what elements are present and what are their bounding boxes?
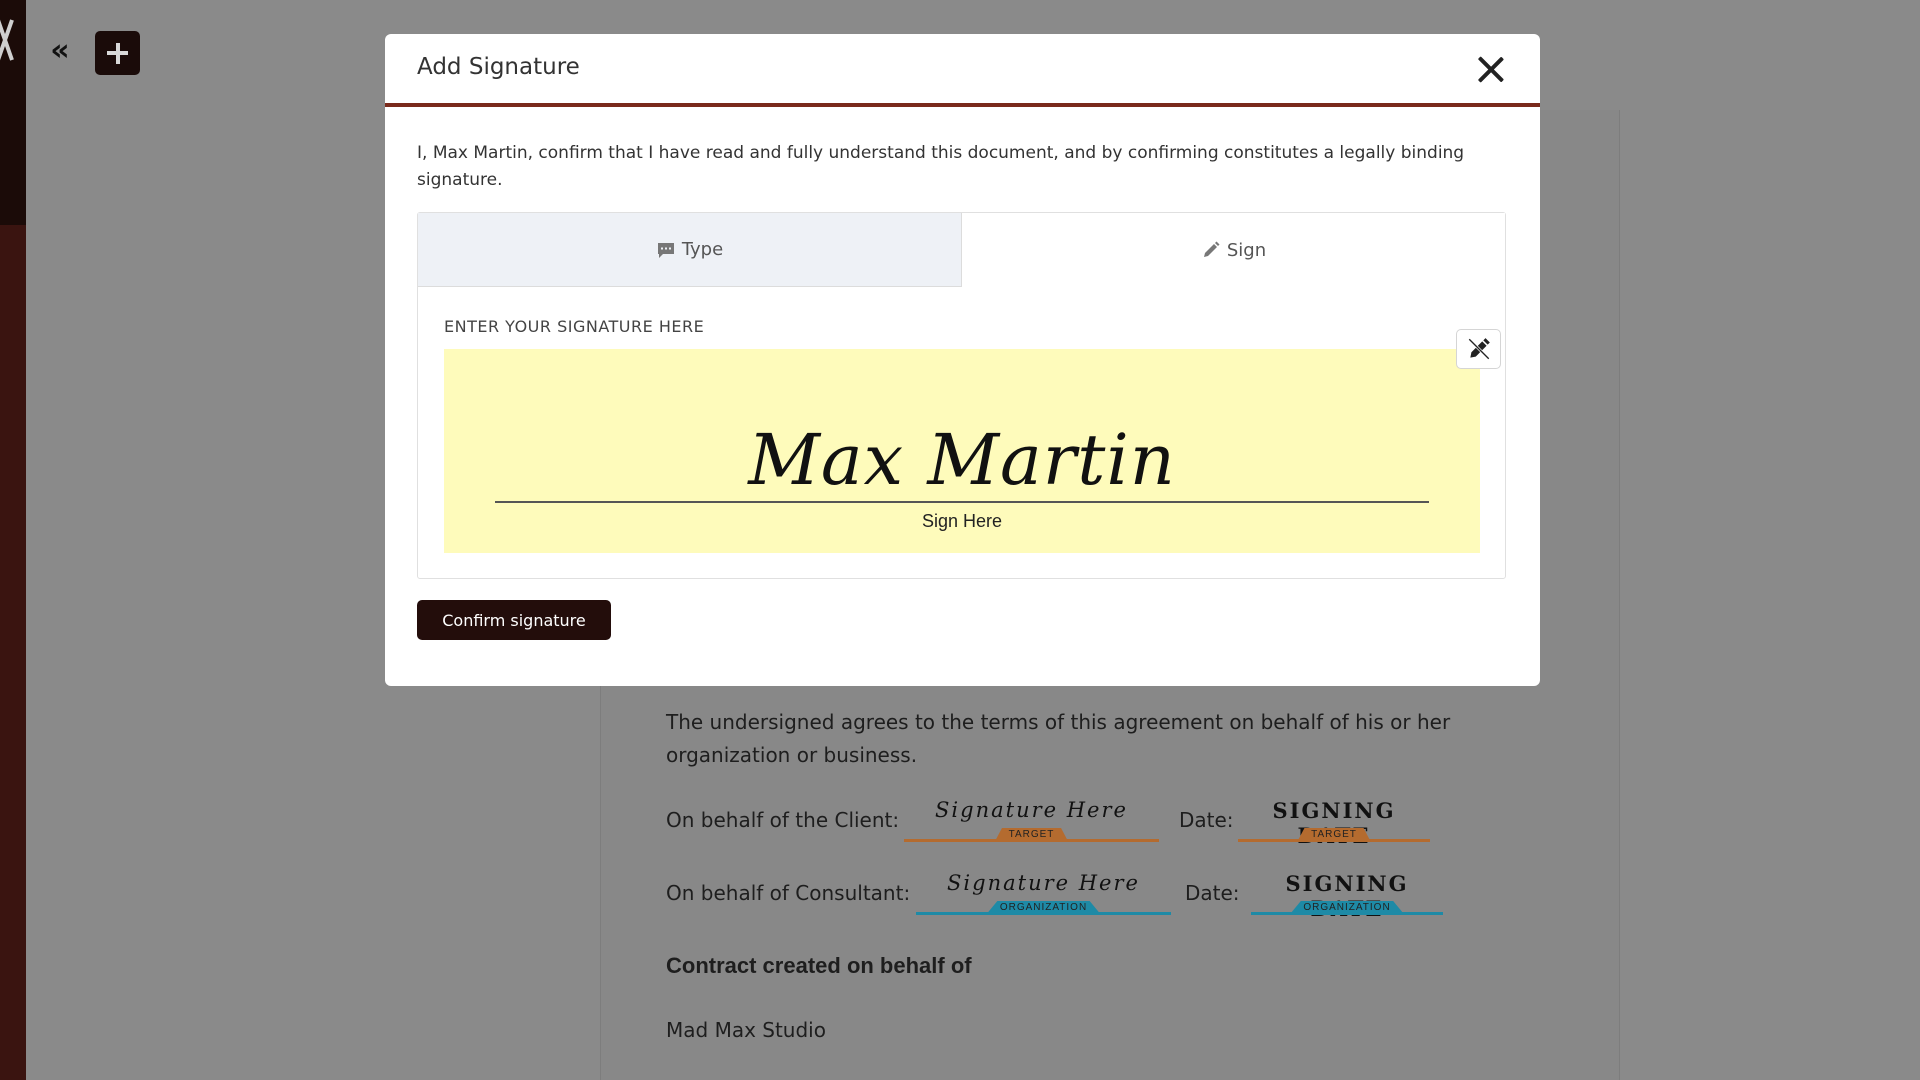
confirmation-text: I, Max Martin, confirm that I have read … <box>417 143 1465 190</box>
double-chevron-left-icon[interactable]: « <box>46 36 74 66</box>
signature-instruction: ENTER YOUR SIGNATURE HERE <box>444 317 705 336</box>
organization-tag: ORGANIZATION <box>1289 901 1405 915</box>
modal-title: Add Signature <box>417 54 580 80</box>
pencil-icon <box>1203 241 1220 257</box>
signature-placeholder: Signature Here <box>935 798 1128 822</box>
sign-here-hint: Sign Here <box>921 511 1003 531</box>
company-name: Mad Max Studio <box>666 1018 826 1042</box>
client-date-field[interactable]: SIGNING DATE TARGET <box>1238 798 1430 848</box>
target-tag: TARGET <box>1297 828 1371 842</box>
client-date-label: Date: <box>1179 808 1234 832</box>
chat-icon <box>657 242 674 258</box>
tab-type-label: Type <box>681 239 724 260</box>
signature-baseline <box>495 501 1429 503</box>
organization-tag: ORGANIZATION <box>985 901 1102 915</box>
tab-type[interactable]: Type <box>418 213 962 287</box>
close-icon[interactable] <box>1474 52 1508 86</box>
signature-panel: Type Sign ENTER YOUR SIGNATURE HERE Max … <box>417 212 1506 579</box>
confirm-signature-button[interactable]: Confirm signature <box>417 600 611 640</box>
consultant-date-label: Date: <box>1185 881 1240 905</box>
tab-sign-label: Sign <box>1226 239 1267 261</box>
logo-icon <box>0 19 14 61</box>
left-rail <box>0 0 26 1080</box>
client-label: On behalf of the Client: <box>666 808 900 832</box>
consultant-signature-field[interactable]: Signature Here ORGANIZATION <box>916 871 1171 919</box>
consultant-date-field[interactable]: SIGNING DATE ORGANIZATION <box>1251 871 1443 921</box>
agreement-paragraph: The undersigned agrees to the terms of t… <box>666 710 1451 767</box>
signature-pad[interactable]: Max Martin Sign Here <box>444 349 1480 553</box>
consultant-label: On behalf of Consultant: <box>666 881 911 905</box>
typed-signature: Max Martin <box>748 419 1176 501</box>
client-signature-field[interactable]: Signature Here TARGET <box>904 798 1159 846</box>
contract-created-heading: Contract created on behalf of <box>666 953 972 978</box>
target-tag: TARGET <box>994 828 1069 842</box>
clear-signature-button[interactable] <box>1456 329 1501 369</box>
modal-header: Add Signature <box>385 34 1540 107</box>
add-signature-modal: Add Signature I, Max Martin, confirm tha… <box>385 34 1540 686</box>
eraser-pencil-icon <box>1468 338 1490 360</box>
signature-tabs: Type Sign <box>418 213 1505 287</box>
tab-sign[interactable]: Sign <box>962 213 1505 287</box>
plus-icon[interactable] <box>95 31 140 75</box>
signature-placeholder: Signature Here <box>947 871 1140 895</box>
